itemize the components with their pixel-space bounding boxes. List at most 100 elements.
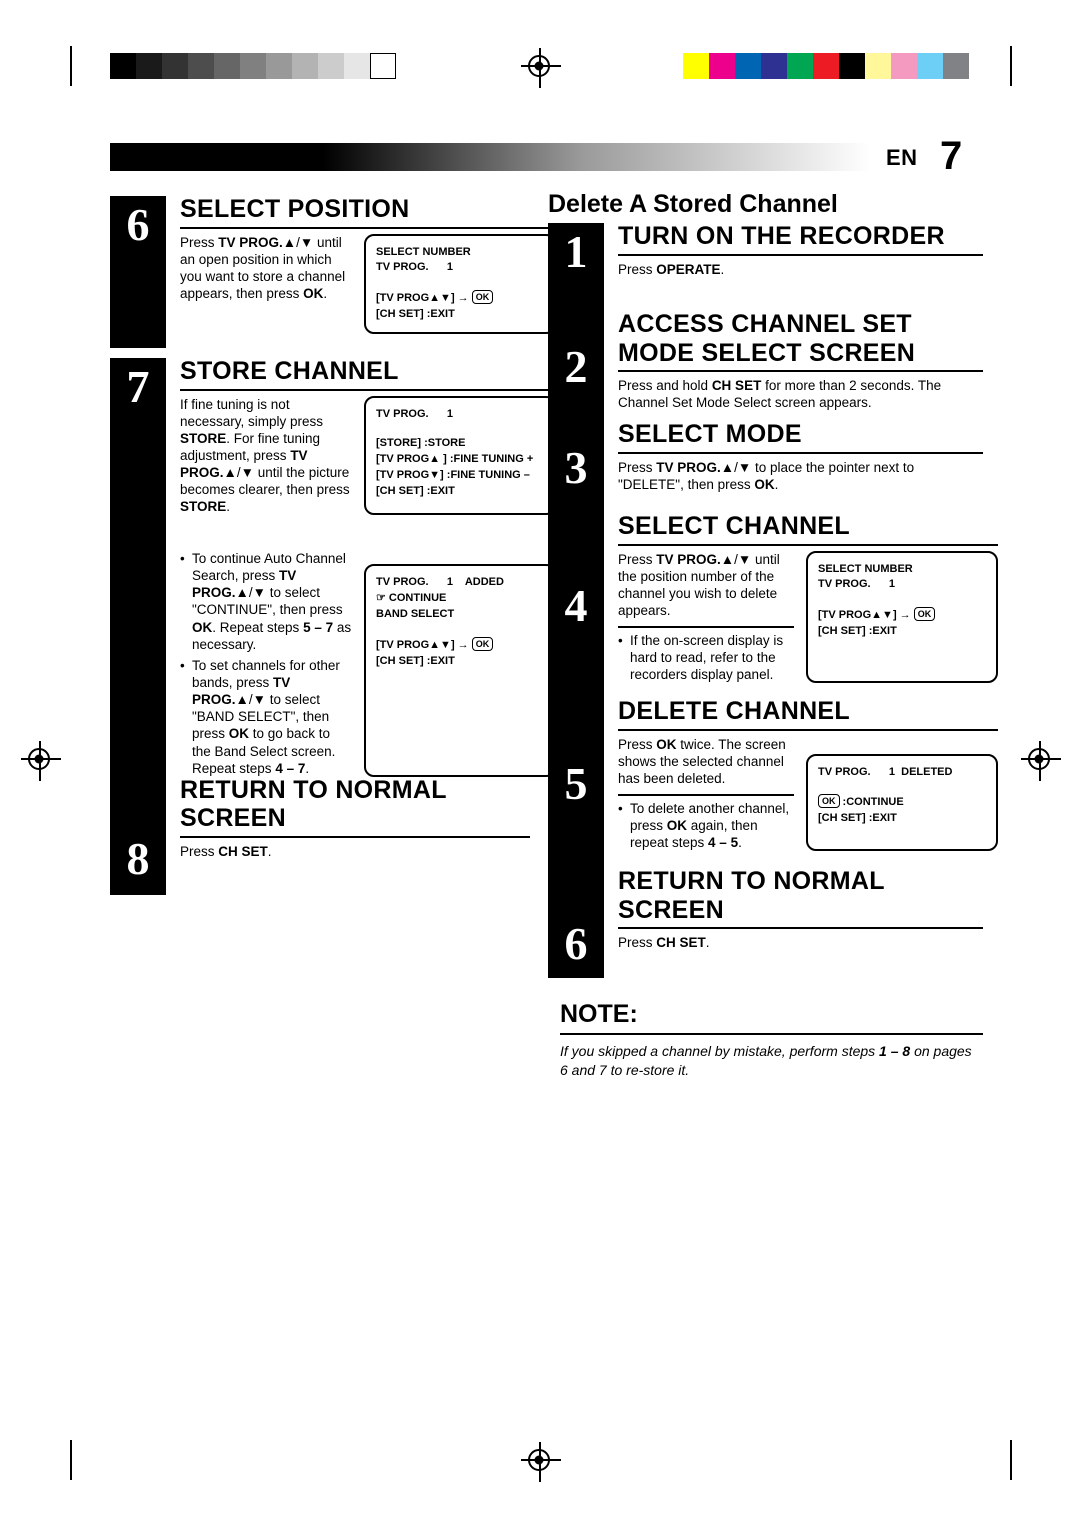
- step-number: 2: [548, 311, 604, 421]
- divider: [618, 451, 983, 454]
- grayscale-swatch: [292, 53, 318, 79]
- step-description: Press TV PROG.▲/▼ until the position num…: [618, 551, 780, 618]
- ok-button-icon: OK: [471, 636, 494, 651]
- step-description: Press TV PROG.▲/▼ until an open position…: [180, 234, 346, 301]
- osd-line: TV PROG. 1: [376, 261, 454, 274]
- osd-line: [TV PROG▼] :FINE TUNING –: [376, 469, 530, 482]
- osd-store-channel: TV PROG. 1 [STORE] :STORE [TV PROG▲ ] :F…: [364, 395, 556, 516]
- step-title: DELETE CHANNEL: [618, 697, 850, 725]
- osd-line: [TV PROG▲▼] → OK: [376, 636, 544, 654]
- osd-select-number: SELECT NUMBER TV PROG. 1 [TV PROG▲▼] → O…: [364, 233, 556, 335]
- divider: [618, 793, 794, 796]
- step-description: Press CH SET.: [180, 843, 272, 859]
- step-title: STORE CHANNEL: [180, 357, 399, 385]
- osd-line: TV PROG. 1 DELETED: [818, 765, 953, 778]
- continue-options-block: • To continue Auto Channel Search, press…: [110, 540, 556, 777]
- color-swatch: [917, 53, 943, 79]
- step-title-line1: RETURN TO NORMAL: [618, 867, 885, 895]
- osd-added-continue: TV PROG. 1 ADDED ☞ CONTINUE BAND SELECT …: [364, 564, 556, 777]
- step-select-channel: 4 SELECT CHANNEL Press TV PROG.▲/▼ until…: [548, 513, 998, 698]
- step-title-line2: SCREEN: [180, 804, 286, 833]
- step-number: 6: [110, 196, 166, 348]
- step-store-channel: 7 STORE CHANNEL If fine tuning is not ne…: [110, 358, 556, 540]
- step-number: 6: [548, 868, 604, 978]
- section-title-delete-stored-channel: Delete A Stored Channel: [548, 190, 838, 218]
- divider: [618, 728, 998, 731]
- note-text: If you skipped a channel by mistake, per…: [560, 1043, 972, 1078]
- header-gradient-band: [110, 143, 870, 171]
- step-title-line2: MODE SELECT SCREEN: [618, 338, 916, 367]
- color-calibration-bar: [683, 53, 969, 79]
- grayscale-swatch: [110, 53, 136, 79]
- divider: [180, 388, 556, 391]
- step-title: SELECT MODE: [618, 420, 802, 448]
- crop-mark-bottom-right: [1010, 1440, 1012, 1480]
- ok-button-icon: OK: [818, 794, 840, 809]
- color-swatch: [735, 53, 761, 79]
- grayscale-calibration-bar: [110, 53, 396, 79]
- color-swatch: [787, 53, 813, 79]
- bullet-band-select: • To set channels for other bands, press…: [180, 657, 352, 777]
- bullet-text: To continue Auto Channel Search, press T…: [192, 551, 352, 652]
- registration-mark-right: [1028, 741, 1050, 781]
- left-column: 6 SELECT POSITION Press TV PROG.▲/▼ unti…: [110, 196, 556, 895]
- page-number: 7: [940, 134, 963, 178]
- divider: [180, 226, 556, 229]
- color-swatch: [761, 53, 787, 79]
- step-number: 7: [110, 358, 166, 540]
- grayscale-swatch: [214, 53, 240, 79]
- color-swatch: [683, 53, 709, 79]
- color-swatch: [891, 53, 917, 79]
- color-swatch: [709, 53, 735, 79]
- step-turn-on-recorder: 1 TURN ON THE RECORDER Press OPERATE.: [548, 223, 983, 311]
- osd-line: SELECT NUMBER: [376, 245, 471, 258]
- osd-line: TV PROG. 1 ADDED: [376, 576, 504, 588]
- divider: [618, 543, 998, 546]
- note-block: NOTE: If you skipped a channel by mistak…: [548, 1000, 983, 1080]
- step-description: Press OK twice. The screen shows the sel…: [618, 736, 786, 786]
- color-swatch: [865, 53, 891, 79]
- step-number: 5: [548, 698, 604, 868]
- step-description: Press TV PROG.▲/▼ to place the pointer n…: [618, 459, 915, 492]
- crop-mark-top-right: [1010, 46, 1012, 86]
- osd-line: BAND SELECT: [376, 607, 455, 620]
- bullet-text: To delete another channel, press OK agai…: [630, 800, 790, 851]
- bullet-text: To set channels for other bands, press T…: [192, 657, 340, 776]
- osd-select-number-delete: SELECT NUMBER TV PROG. 1 [TV PROG▲▼] → O…: [806, 550, 998, 684]
- step-number: 8: [110, 776, 166, 895]
- osd-line: [TV PROG▲ ] :FINE TUNING +: [376, 453, 534, 466]
- crop-mark-bottom-left: [70, 1440, 72, 1480]
- step-description: If fine tuning is not necessary, simply …: [180, 396, 350, 515]
- divider: [618, 370, 983, 372]
- osd-line: OK :CONTINUE: [818, 794, 986, 811]
- step-return-to-normal-screen-right: 6 RETURN TO NORMAL SCREEN Press CH SET.: [548, 868, 983, 978]
- osd-deleted: TV PROG. 1 DELETED OK :CONTINUE [CH SET]…: [806, 753, 998, 852]
- step-description: Press and hold CH SET for more than 2 se…: [618, 378, 942, 411]
- divider: [560, 1033, 983, 1035]
- divider: [180, 835, 530, 838]
- step-title: TURN ON THE RECORDER: [618, 222, 945, 250]
- osd-line: [CH SET] :EXIT: [376, 654, 455, 667]
- bullet-display-panel: • If the on-screen display is hard to re…: [618, 632, 794, 683]
- step-return-to-normal-screen-left: 8 RETURN TO NORMAL SCREEN Press CH SET.: [110, 777, 530, 895]
- grayscale-swatch: [188, 53, 214, 79]
- step-number: 1: [548, 223, 604, 311]
- osd-line: [STORE] :STORE: [376, 437, 466, 450]
- osd-line: [TV PROG▲▼] → OK: [376, 290, 544, 307]
- osd-line: TV PROG. 1: [818, 578, 896, 591]
- page-language-label: EN: [886, 145, 918, 170]
- grayscale-swatch: [136, 53, 162, 79]
- grayscale-swatch: [344, 53, 370, 79]
- step-description: Press OPERATE.: [618, 261, 725, 277]
- color-swatch: [813, 53, 839, 79]
- osd-line: ☞ CONTINUE: [376, 591, 447, 604]
- registration-mark-top: [528, 48, 550, 88]
- step-select-mode: 3 SELECT MODE Press TV PROG.▲/▼ to place…: [548, 421, 983, 513]
- right-column: Delete A Stored Channel 1 TURN ON THE RE…: [548, 190, 998, 1080]
- osd-line: TV PROG. 1: [376, 407, 454, 420]
- step-title: SELECT POSITION: [180, 195, 410, 223]
- registration-mark-bottom: [528, 1442, 550, 1482]
- step-number: 3: [548, 421, 604, 513]
- color-swatch: [943, 53, 969, 79]
- osd-line: [CH SET] :EXIT: [818, 625, 897, 638]
